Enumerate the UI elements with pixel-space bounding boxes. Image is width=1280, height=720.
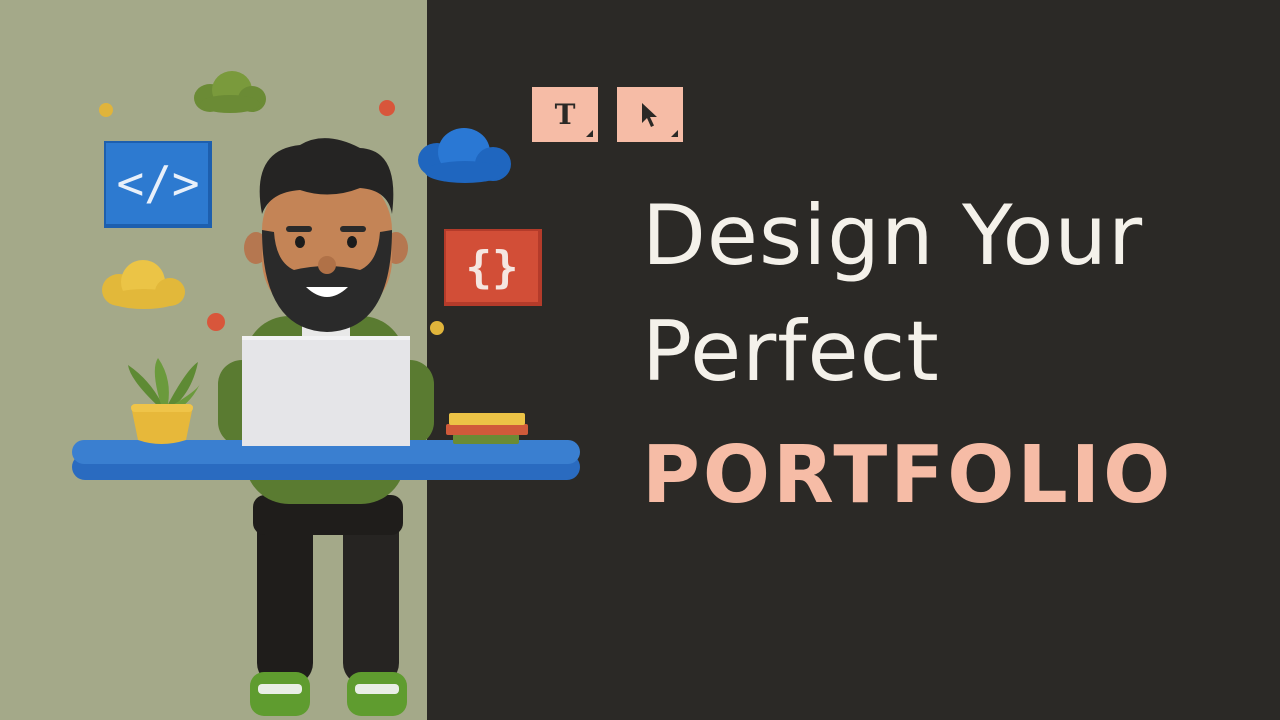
yellow-cloud-icon — [102, 260, 185, 309]
headline-line-2: Perfect — [642, 303, 940, 400]
curly-braces-icon: {} — [466, 242, 519, 293]
headline: Design Your Perfect PORTFOLIO — [642, 178, 1262, 530]
cursor-tool-button[interactable] — [617, 87, 683, 142]
blue-cloud-icon — [418, 128, 511, 183]
headline-accent: PORTFOLIO — [642, 429, 1174, 521]
code-tag-badge: </> — [104, 141, 212, 228]
green-cloud-icon — [194, 71, 266, 113]
legs — [253, 495, 403, 685]
laptop-icon — [242, 336, 410, 446]
red-dot — [379, 100, 395, 116]
yellow-dot — [99, 103, 113, 117]
cursor-arrow-icon — [642, 102, 657, 127]
yellow-dot — [430, 321, 444, 335]
shoes — [250, 672, 407, 716]
red-dot — [207, 313, 225, 331]
headline-line-1: Design Your — [642, 187, 1144, 284]
code-tag-icon: </> — [116, 156, 199, 210]
books-icon — [446, 413, 528, 444]
corner-marker — [671, 130, 678, 137]
corner-marker — [586, 130, 593, 137]
head — [244, 138, 408, 332]
text-tool-glyph: T — [554, 97, 576, 131]
curly-braces-badge: {} — [444, 229, 542, 306]
text-tool-button[interactable]: T — [532, 87, 598, 142]
plant-icon — [128, 358, 200, 444]
